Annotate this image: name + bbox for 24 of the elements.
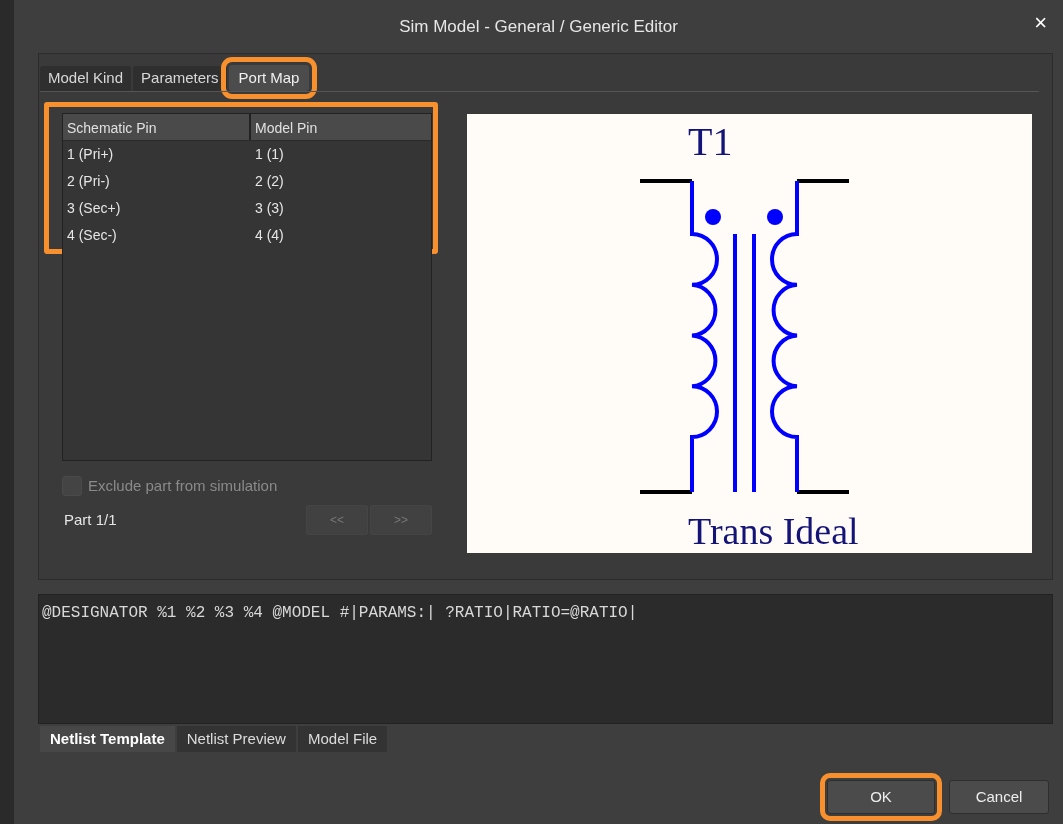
tab[interactable]: Parameters (133, 66, 227, 91)
part-label: Part 1/1 (64, 510, 117, 530)
tab[interactable]: Netlist Template (40, 726, 175, 752)
close-button[interactable]: × (1034, 12, 1047, 34)
table-cell-text: 1 (1) (254, 145, 285, 164)
column-header[interactable]: Schematic Pin (63, 114, 251, 140)
checkbox-label: Exclude part from simulation (88, 476, 278, 496)
table-cell-text: 3 (3) (254, 199, 285, 218)
table-cell-text: 3 (Sec+) (66, 199, 122, 218)
tab[interactable]: Netlist Preview (176, 726, 296, 752)
table-cell-text: 4 (4) (254, 226, 285, 245)
window-title: Sim Model - General / Generic Editor (399, 16, 678, 39)
table-cell-text: 1 (Pri+) (66, 145, 115, 164)
column-header[interactable]: Model Pin (251, 114, 431, 140)
code-editor[interactable]: @DESIGNATOR %1 %2 %3 %4 @MODEL #|PARAMS:| ?RATIO|RATIO=@RATIO| (38, 594, 1053, 724)
tab[interactable]: Model Kind (40, 66, 132, 91)
designator-label: T1 (688, 119, 733, 164)
table-cell-text: 2 (Pri-) (66, 172, 111, 191)
table-cell-text: 4 (Sec-) (66, 226, 118, 245)
cancel-button[interactable]: Cancel (949, 780, 1049, 814)
netlist-template-text: @DESIGNATOR %1 %2 %3 %4 @MODEL #|PARAMS:| ?RATIO|RATIO=@RATIO| (42, 604, 638, 622)
table-cell-text: 2 (2) (254, 172, 285, 191)
tab[interactable]: Model File (297, 726, 388, 752)
component-name: Trans Ideal (688, 510, 859, 552)
